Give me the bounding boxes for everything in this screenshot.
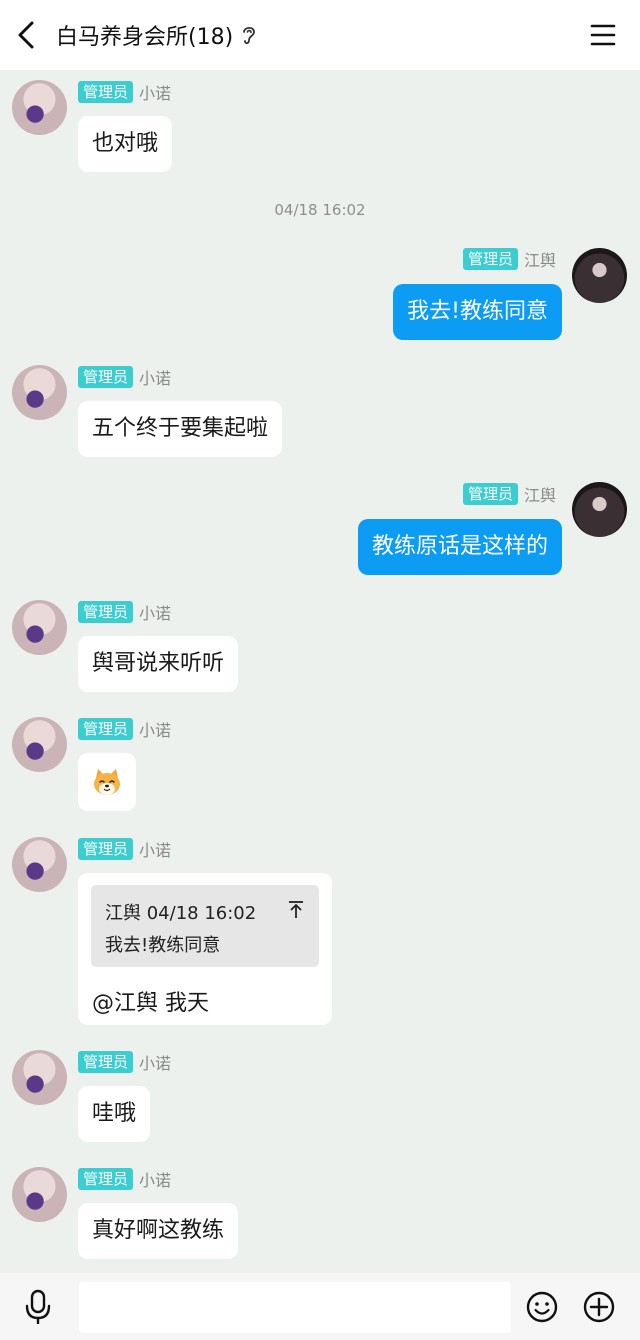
message-bubble[interactable]: 五个终于要集起啦: [78, 401, 283, 457]
menu-button[interactable]: [588, 20, 618, 50]
chat-area[interactable]: 管理员 小诺 也对哦 04/18 16:02 管理员 江舆 我去!教练同意 管理…: [0, 70, 640, 1273]
emoji-button[interactable]: [526, 1291, 558, 1323]
avatar[interactable]: [572, 482, 627, 537]
avatar[interactable]: [12, 1167, 67, 1222]
message-bubble[interactable]: 舆哥说来听听: [78, 636, 239, 692]
microphone-icon: [25, 1289, 51, 1324]
admin-badge: 管理员: [78, 838, 134, 860]
admin-badge: 管理员: [78, 718, 134, 740]
message-meta: 管理员 小诺: [78, 601, 171, 623]
doge-emoji-icon: [94, 769, 120, 795]
menu-icon: [590, 24, 616, 46]
admin-badge: 管理员: [462, 483, 518, 505]
timestamp: 04/18 16:02: [274, 201, 366, 219]
message-meta: 管理员 小诺: [78, 1168, 171, 1190]
avatar[interactable]: [572, 248, 627, 303]
message-bubble[interactable]: 教练原话是这样的: [357, 519, 562, 575]
sender-name: 小诺: [139, 841, 172, 860]
voice-button[interactable]: [22, 1289, 54, 1325]
chevron-left-icon: [18, 21, 34, 49]
sender-name: 小诺: [139, 1054, 172, 1073]
input-bar: [0, 1273, 640, 1340]
sender-name: 小诺: [139, 721, 172, 740]
avatar[interactable]: [12, 365, 67, 420]
admin-badge: 管理员: [78, 1168, 134, 1190]
avatar[interactable]: [12, 80, 67, 135]
jump-to-top-icon[interactable]: [287, 899, 305, 919]
quoted-message[interactable]: 江舆 04/18 16:02 我去!教练同意: [91, 885, 319, 967]
message-meta: 管理员 小诺: [78, 718, 171, 740]
message-meta: 管理员 江舆: [462, 483, 556, 505]
top-bar: 白马养身会所(18): [0, 0, 640, 70]
admin-badge: 管理员: [78, 366, 134, 388]
message-meta: 管理员 小诺: [78, 366, 171, 388]
more-button[interactable]: [583, 1291, 615, 1323]
message-bubble[interactable]: 哇哦: [78, 1086, 151, 1142]
avatar[interactable]: [12, 1050, 67, 1105]
chat-title: 白马养身会所(18): [56, 25, 234, 50]
sender-name: 小诺: [139, 84, 172, 103]
admin-badge: 管理员: [78, 81, 134, 103]
admin-badge: 管理员: [78, 601, 134, 623]
ear-icon: [241, 24, 257, 46]
message-bubble[interactable]: 也对哦: [78, 116, 173, 172]
sender-name: 小诺: [139, 369, 172, 388]
reply-text: @江舆 我天: [92, 991, 209, 1016]
reply-message-bubble[interactable]: 江舆 04/18 16:02 我去!教练同意 @江舆 我天: [78, 873, 332, 1025]
quoted-header: 江舆 04/18 16:02: [105, 903, 257, 924]
quoted-text: 我去!教练同意: [105, 935, 221, 956]
sender-name: 江舆: [523, 486, 556, 505]
message-meta: 管理员 小诺: [78, 1051, 171, 1073]
message-meta: 管理员 小诺: [78, 81, 171, 103]
message-meta: 管理员 江舆: [462, 248, 556, 270]
sender-name: 江舆: [523, 251, 556, 270]
sender-name: 小诺: [139, 604, 172, 623]
emoji-bubble[interactable]: [78, 753, 136, 811]
message-input[interactable]: [79, 1282, 511, 1333]
message-bubble[interactable]: 我去!教练同意: [393, 284, 562, 340]
message-bubble[interactable]: 真好啊这教练: [78, 1203, 239, 1259]
admin-badge: 管理员: [462, 248, 518, 270]
plus-circle-icon: [583, 1291, 615, 1323]
smiley-icon: [526, 1291, 558, 1323]
sender-name: 小诺: [139, 1171, 172, 1190]
admin-badge: 管理员: [78, 1051, 134, 1073]
avatar[interactable]: [12, 717, 67, 772]
avatar[interactable]: [12, 837, 67, 892]
avatar[interactable]: [12, 600, 67, 655]
back-button[interactable]: [0, 0, 52, 70]
message-meta: 管理员 小诺: [78, 838, 171, 860]
